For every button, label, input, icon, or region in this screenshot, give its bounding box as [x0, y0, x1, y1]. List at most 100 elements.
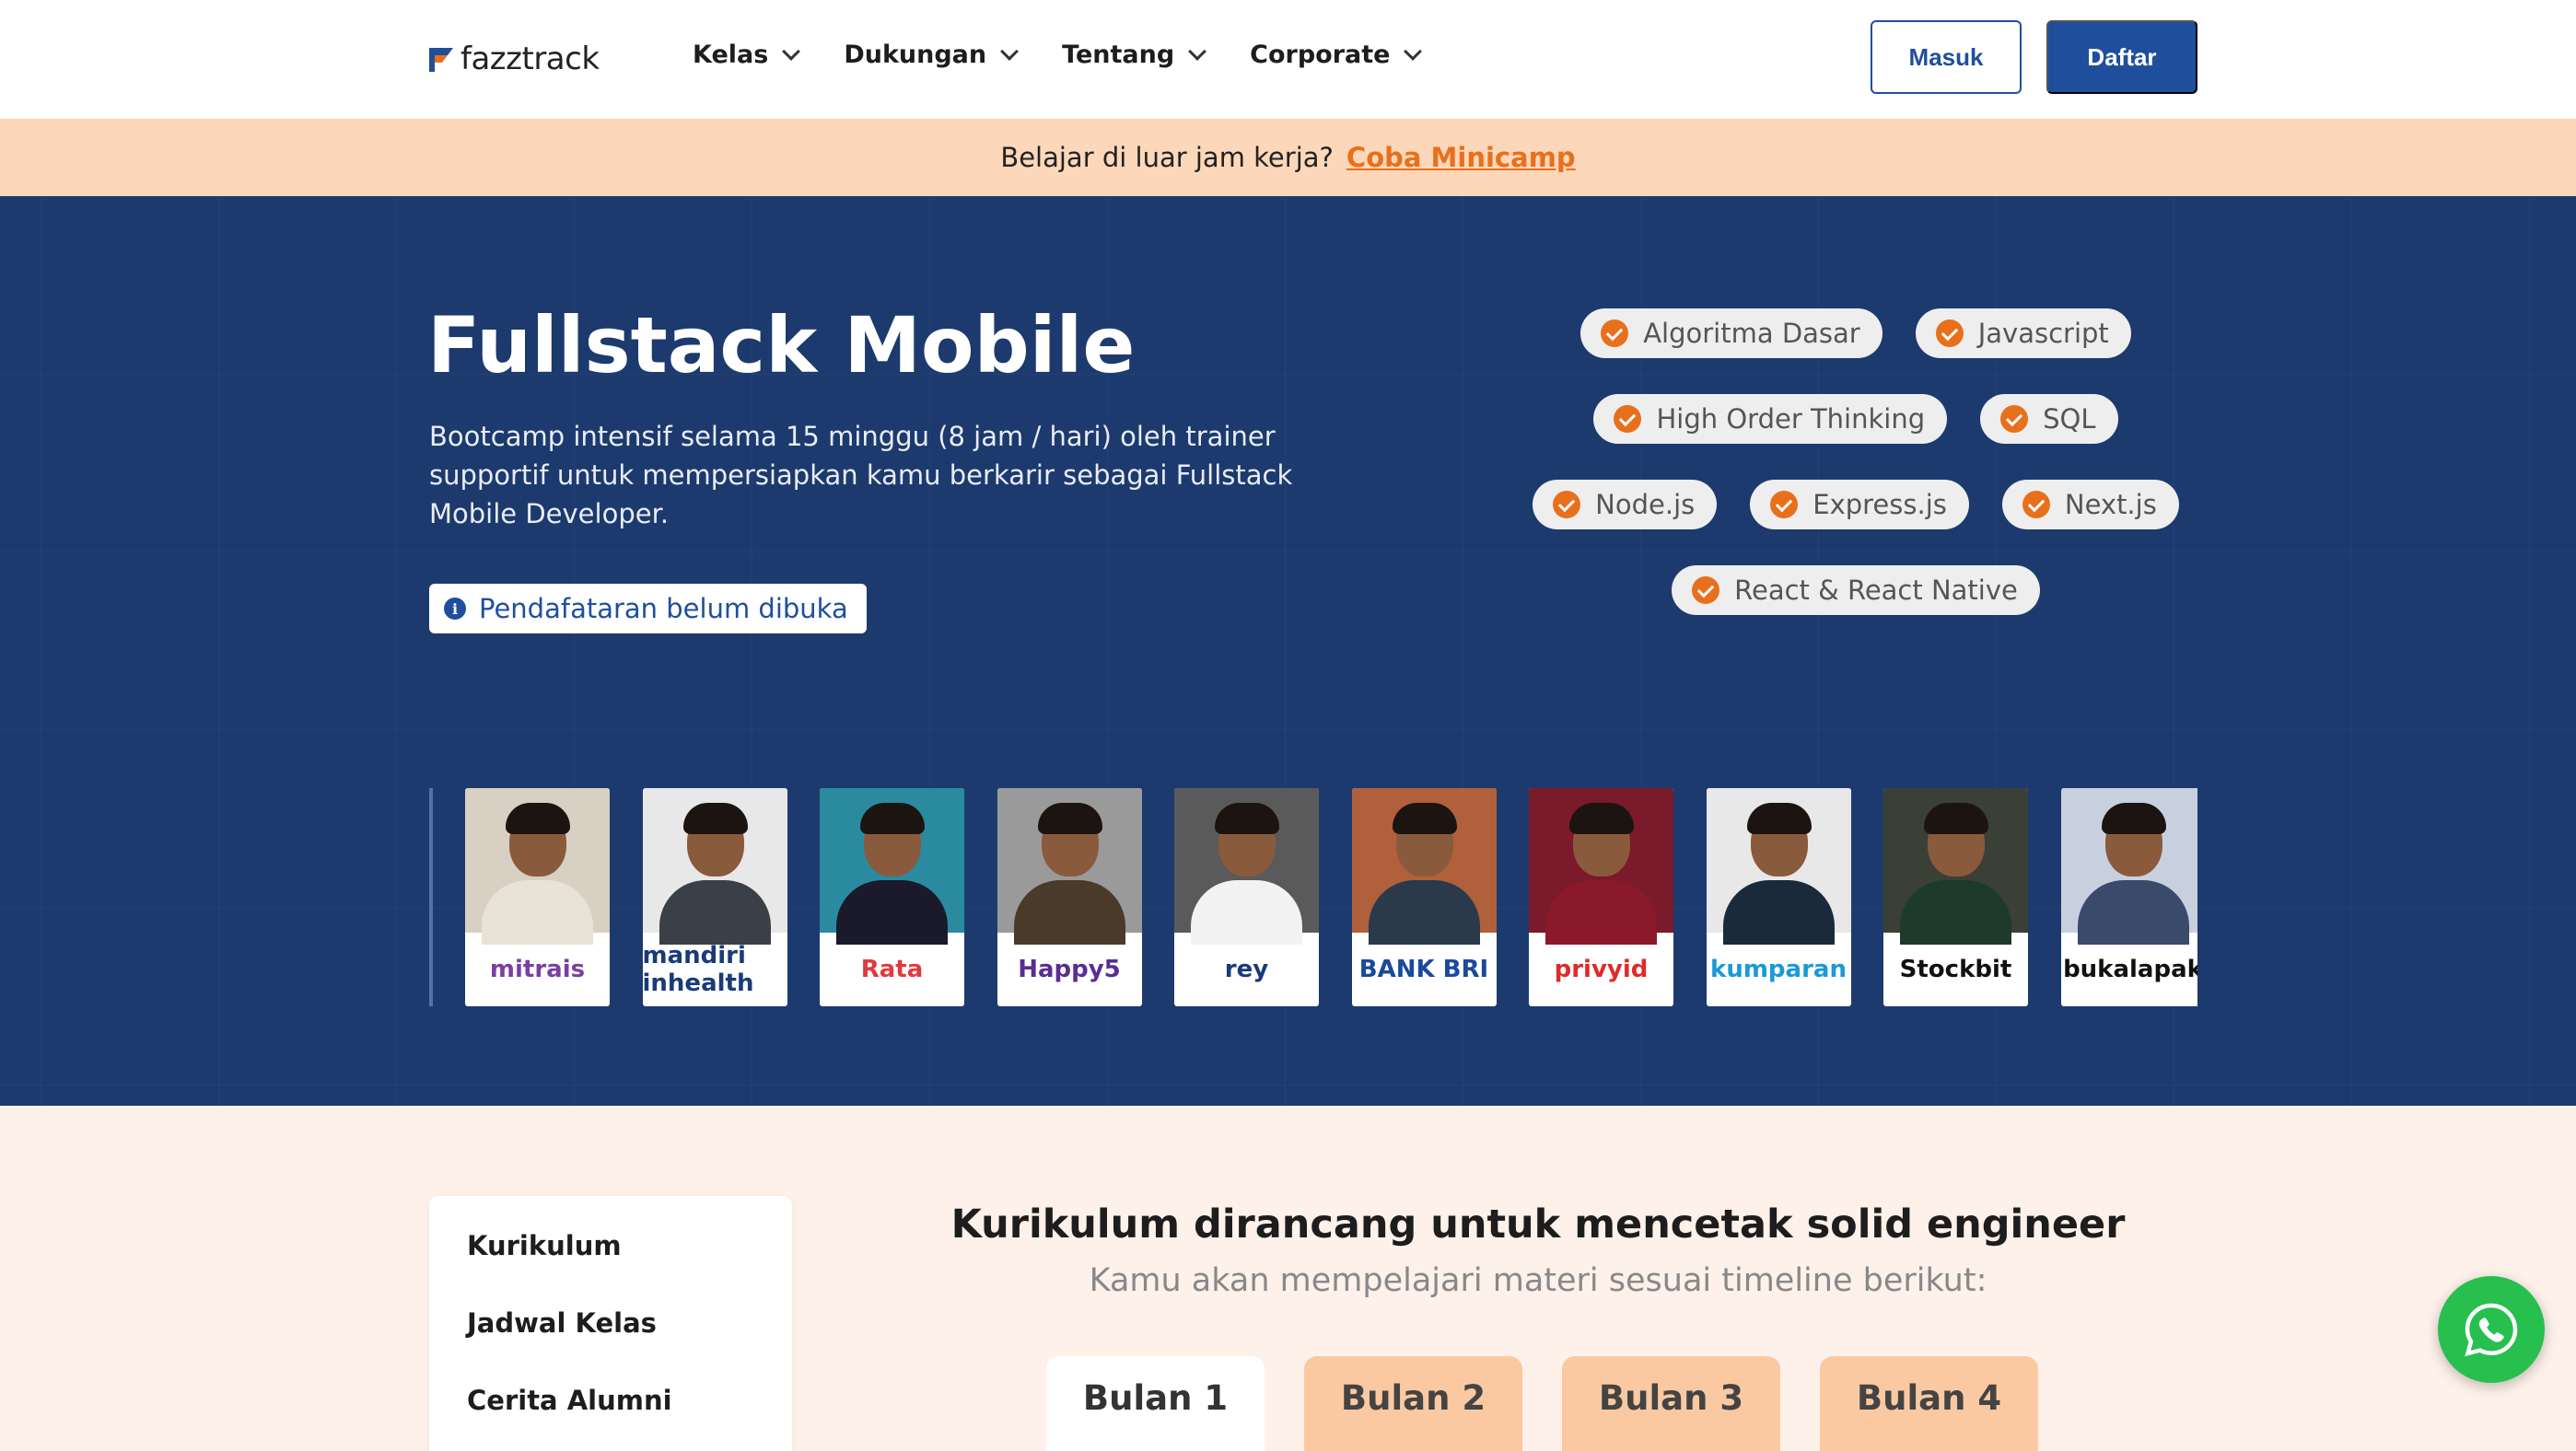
- skill-label: High Order Thinking: [1656, 403, 1926, 435]
- alumni-photo: [642, 788, 787, 945]
- skill-tag: SQL: [1980, 394, 2118, 444]
- registration-status-badge: i Pendafataran belum dibuka: [429, 584, 867, 633]
- skill-tag: Express.js: [1750, 480, 1969, 529]
- alumni-hair: [682, 803, 748, 834]
- skill-row: Algoritma Dasar Javascript: [1510, 308, 2201, 358]
- curriculum-title: Kurikulum dirancang untuk mencetak solid…: [950, 1201, 2126, 1248]
- skill-row: Node.js Express.js Next.js: [1510, 480, 2201, 529]
- section-sidebar: Kurikulum Jadwal Kelas Cerita Alumni: [429, 1196, 792, 1451]
- alumni-card[interactable]: bukalapak: [2060, 788, 2197, 1006]
- chevron-down-icon: [1000, 41, 1020, 61]
- menu-label: Tentang: [1062, 41, 1175, 69]
- curriculum-section: Kurikulum Jadwal Kelas Cerita Alumni Kur…: [0, 1106, 2576, 1451]
- alumni-hair: [1215, 803, 1279, 834]
- tab-bulan-3[interactable]: Bulan 3: [1562, 1356, 1780, 1451]
- alumni-card[interactable]: Stockbit: [1883, 788, 2028, 1006]
- check-circle-icon: [1553, 491, 1581, 518]
- skill-label: Algoritma Dasar: [1643, 318, 1860, 349]
- check-circle-icon: [1692, 576, 1720, 604]
- alumni-hair: [1746, 803, 1812, 834]
- alumni-photo: [1706, 788, 1851, 945]
- company-logo: Happy5: [1018, 956, 1121, 983]
- hero-description: Bootcamp intensif selama 15 minggu (8 ja…: [429, 421, 1293, 529]
- company-logo: bukalapak: [2063, 956, 2197, 983]
- menu-corporate[interactable]: Corporate: [1250, 41, 1423, 69]
- skill-tag: Algoritma Dasar: [1580, 308, 1882, 358]
- tab-bulan-2[interactable]: Bulan 2: [1304, 1356, 1522, 1451]
- skill-label: Javascript: [1977, 318, 2109, 349]
- company-logo: rey: [1224, 956, 1269, 983]
- logo-text: fazztrack: [460, 41, 600, 77]
- skill-tag: Next.js: [2001, 480, 2179, 529]
- registration-status-text: Pendafataran belum dibuka: [479, 593, 848, 624]
- alumni-carousel[interactable]: mitrais mandiri inhealth Rata Happy5 rey BANK…: [429, 788, 2197, 1006]
- whatsapp-button[interactable]: [2438, 1276, 2545, 1383]
- check-circle-icon: [1770, 491, 1799, 518]
- skill-tags: Algoritma Dasar Javascript High Order Th…: [1510, 308, 2201, 651]
- menu-dukungan[interactable]: Dukungan: [844, 41, 1020, 69]
- company-logo: kumparan: [1710, 956, 1847, 983]
- tab-bulan-1[interactable]: Bulan 1: [1046, 1356, 1265, 1451]
- alumni-photo: [465, 788, 610, 945]
- alumni-photo: [1529, 788, 1673, 945]
- month-tabs: Bulan 1 Bulan 2 Bulan 3 Bulan 4: [1046, 1356, 2038, 1451]
- skill-label: React & React Native: [1734, 575, 2018, 606]
- alumni-hair: [2101, 803, 2166, 834]
- whatsapp-icon: [2465, 1303, 2518, 1357]
- alumni-photo: [997, 788, 1142, 945]
- company-logo: Rata: [860, 956, 924, 983]
- alumni-photo: [1174, 788, 1319, 945]
- alumni-photo: [820, 788, 964, 945]
- hero-section: Fullstack Mobile Bootcamp intensif selam…: [0, 196, 2576, 1106]
- alumni-card[interactable]: Happy5: [997, 788, 1142, 1006]
- check-circle-icon: [1601, 319, 1629, 347]
- sidebar-item-jadwal-kelas[interactable]: Jadwal Kelas: [429, 1284, 792, 1362]
- alumni-hair: [860, 803, 925, 834]
- carousel-divider: [429, 788, 433, 1006]
- curriculum-subtitle: Kamu akan mempelajari materi sesuai time…: [1089, 1262, 1987, 1299]
- login-button[interactable]: Masuk: [1871, 20, 2022, 94]
- logo[interactable]: fazztrack: [429, 41, 600, 77]
- company-logo: mitrais: [489, 956, 586, 983]
- skill-tag: High Order Thinking: [1593, 394, 1948, 444]
- sidebar-item-cerita-alumni[interactable]: Cerita Alumni: [429, 1362, 792, 1439]
- skill-tag: Javascript: [1915, 308, 2131, 358]
- alumni-hair: [506, 803, 570, 834]
- promo-text: Belajar di luar jam kerja?: [1000, 142, 1334, 173]
- chevron-down-icon: [782, 41, 801, 61]
- skill-tag: React & React Native: [1672, 565, 2040, 615]
- check-circle-icon: [2000, 405, 2029, 433]
- alumni-card[interactable]: mitrais: [465, 788, 610, 1006]
- info-icon: i: [444, 598, 466, 620]
- alumni-card[interactable]: BANK BRI: [1351, 788, 1497, 1006]
- main-menu: Kelas Dukungan Tentang Corporate: [693, 41, 1423, 69]
- alumni-hair: [1924, 803, 1988, 834]
- alumni-hair: [1569, 803, 1634, 834]
- menu-tentang[interactable]: Tentang: [1062, 41, 1207, 69]
- company-logo: mandiri inhealth: [642, 942, 754, 997]
- alumni-card[interactable]: rey: [1174, 788, 1319, 1006]
- fazztrack-logo-icon: [429, 48, 453, 72]
- alumni-card[interactable]: mandiri inhealth: [642, 788, 787, 1006]
- alumni-hair: [1037, 803, 1102, 834]
- alumni-hair: [1392, 803, 1457, 834]
- menu-label: Corporate: [1250, 41, 1391, 69]
- check-circle-icon: [1935, 319, 1964, 347]
- alumni-card[interactable]: Rata: [820, 788, 964, 1006]
- register-button[interactable]: Daftar: [2046, 20, 2197, 94]
- chevron-down-icon: [1188, 41, 1207, 61]
- alumni-card[interactable]: privyid: [1529, 788, 1673, 1006]
- tab-bulan-4[interactable]: Bulan 4: [1820, 1356, 2038, 1451]
- skill-tag: Node.js: [1533, 480, 1718, 529]
- company-logo: BANK BRI: [1358, 956, 1489, 983]
- skill-label: Express.js: [1813, 489, 1947, 520]
- skill-label: Node.js: [1595, 489, 1696, 520]
- alumni-card[interactable]: kumparan: [1706, 788, 1851, 1006]
- promo-link[interactable]: Coba Minicamp: [1346, 142, 1576, 173]
- company-logo: privyid: [1554, 956, 1649, 983]
- skill-row: React & React Native: [1510, 565, 2201, 615]
- menu-kelas[interactable]: Kelas: [693, 41, 801, 69]
- sidebar-item-kurikulum[interactable]: Kurikulum: [429, 1207, 792, 1284]
- menu-label: Kelas: [693, 41, 769, 69]
- company-logo: Stockbit: [1899, 956, 2012, 983]
